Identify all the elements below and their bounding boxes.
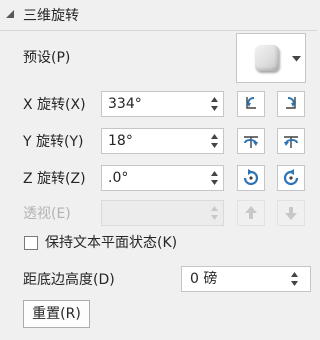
x-rotation-input[interactable]: 334° bbox=[101, 91, 224, 117]
distance-from-ground-label: 距底边高度(D) bbox=[23, 272, 115, 288]
z-rotation-label: Z 旋转(Z) bbox=[23, 171, 86, 187]
preset-dropdown[interactable] bbox=[236, 33, 306, 83]
increase-perspective-icon bbox=[245, 206, 257, 219]
y-rotation-label: Y 旋转(Y) bbox=[23, 134, 84, 150]
perspective-label: 透视(E) bbox=[23, 206, 71, 222]
spin-down-icon bbox=[211, 215, 218, 220]
x-rotation-label: X 旋转(X) bbox=[23, 97, 86, 113]
keep-text-flat-label[interactable]: 保持文本平面状态(K) bbox=[45, 234, 177, 252]
preset-label: 预设(P) bbox=[23, 50, 71, 66]
chevron-down-icon bbox=[292, 56, 301, 62]
increase-perspective-button bbox=[237, 200, 265, 226]
spin-up-icon[interactable] bbox=[211, 134, 218, 139]
spin-down-icon[interactable] bbox=[211, 180, 218, 185]
z-rotate-cw-button[interactable] bbox=[277, 165, 305, 191]
spin-down-icon[interactable] bbox=[211, 106, 218, 111]
distance-from-ground-value[interactable]: 0 磅 bbox=[190, 270, 217, 288]
z-rotate-ccw-button[interactable] bbox=[237, 165, 265, 191]
collapse-triangle-icon[interactable] bbox=[5, 9, 15, 19]
spin-down-icon[interactable] bbox=[211, 143, 218, 148]
y-rotation-input[interactable]: 18° bbox=[101, 128, 224, 154]
distance-from-ground-input[interactable]: 0 磅 bbox=[181, 266, 311, 292]
reset-button[interactable]: 重置(R) bbox=[23, 300, 90, 328]
spin-down-icon[interactable] bbox=[291, 281, 298, 286]
keep-text-flat-checkbox[interactable] bbox=[24, 236, 38, 250]
decrease-perspective-icon bbox=[285, 207, 297, 220]
rotate-right-x-icon bbox=[286, 97, 296, 109]
rotate-up-y-icon bbox=[244, 136, 258, 148]
rotate-counterclockwise-z-icon bbox=[243, 169, 259, 186]
x-rotation-value[interactable]: 334° bbox=[108, 95, 142, 113]
x-rotate-right-button[interactable] bbox=[277, 91, 305, 117]
section-title[interactable]: 三维旋转 bbox=[23, 7, 79, 25]
x-rotate-left-button[interactable] bbox=[237, 91, 265, 117]
rotate-down-y-icon bbox=[284, 136, 298, 148]
spin-up-icon bbox=[211, 206, 218, 211]
decrease-perspective-button bbox=[277, 200, 305, 226]
preset-shape-preview bbox=[255, 45, 279, 71]
y-rotate-down-button[interactable] bbox=[277, 128, 305, 154]
rotate-left-x-icon bbox=[246, 97, 256, 109]
section-divider bbox=[0, 30, 317, 31]
spin-up-icon[interactable] bbox=[211, 171, 218, 176]
spin-up-icon[interactable] bbox=[291, 272, 298, 277]
perspective-input bbox=[101, 200, 224, 226]
y-rotate-up-button[interactable] bbox=[237, 128, 265, 154]
y-rotation-value[interactable]: 18° bbox=[108, 132, 133, 150]
rotate-clockwise-z-icon bbox=[283, 169, 299, 186]
z-rotation-value[interactable]: .0° bbox=[108, 169, 128, 187]
z-rotation-input[interactable]: .0° bbox=[101, 165, 224, 191]
spin-up-icon[interactable] bbox=[211, 97, 218, 102]
